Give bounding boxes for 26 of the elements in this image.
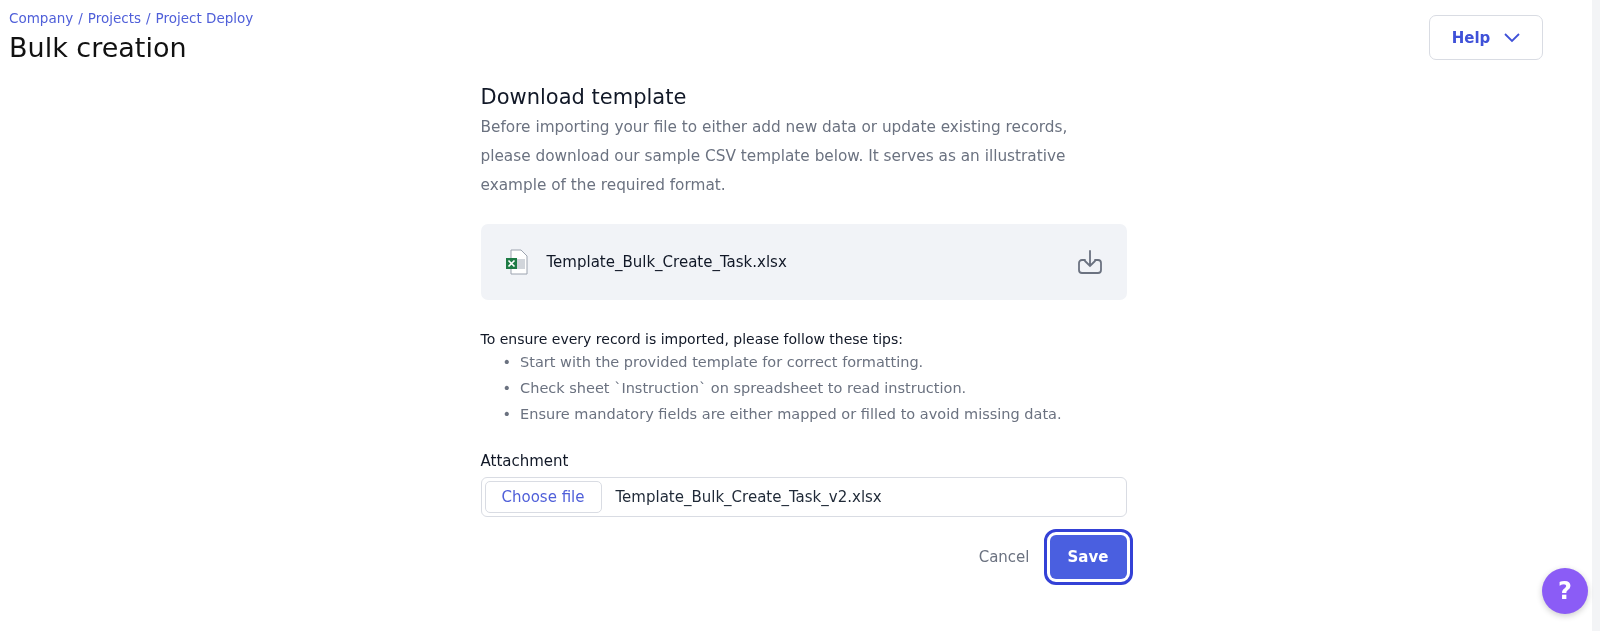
help-fab-button[interactable]: ?: [1542, 568, 1588, 614]
template-file-name: Template_Bulk_Create_Task.xlsx: [546, 253, 788, 271]
tip-item: Ensure mandatory fields are either mapped or filled to avoid missing data.: [520, 405, 1062, 424]
breadcrumb-separator: /: [146, 10, 151, 26]
section-title: Download template: [480, 85, 688, 109]
selected-file-name: Template_Bulk_Create_Task_v2.xlsx: [615, 488, 882, 506]
breadcrumb-link[interactable]: Projects: [87, 10, 142, 26]
tip-item: Check sheet `Instruction` on spreadsheet to read instruction.: [520, 379, 967, 398]
page-title: Bulk creation: [9, 32, 188, 63]
choose-file-button[interactable]: Choose file: [484, 481, 602, 513]
spreadsheet-file-icon: [504, 249, 529, 275]
bullet: •: [502, 405, 512, 424]
chevron-down-icon: [1504, 32, 1521, 43]
attachment-label: Attachment: [480, 452, 570, 470]
section-description: Before importing your file to either add new data or update existing records, please download our sample CSV template below. It serves as an illustrative example of the required format.: [480, 117, 1069, 196]
cancel-button[interactable]: Cancel: [978, 548, 1030, 566]
tips-heading: To ensure every record is imported, please follow these tips:: [480, 331, 904, 347]
download-icon[interactable]: [1076, 249, 1103, 275]
bullet: •: [502, 353, 512, 372]
tip-item: Start with the provided template for correct formatting.: [520, 353, 924, 372]
breadcrumb-link[interactable]: Project Deploy: [155, 10, 254, 26]
breadcrumb-link[interactable]: Company: [9, 10, 74, 26]
bullet: •: [502, 379, 512, 398]
file-input[interactable]: Choose file Template_Bulk_Create_Task_v2.xlsx: [480, 477, 1127, 517]
breadcrumb-separator: /: [78, 10, 83, 26]
help-button[interactable]: Help: [1429, 15, 1543, 60]
